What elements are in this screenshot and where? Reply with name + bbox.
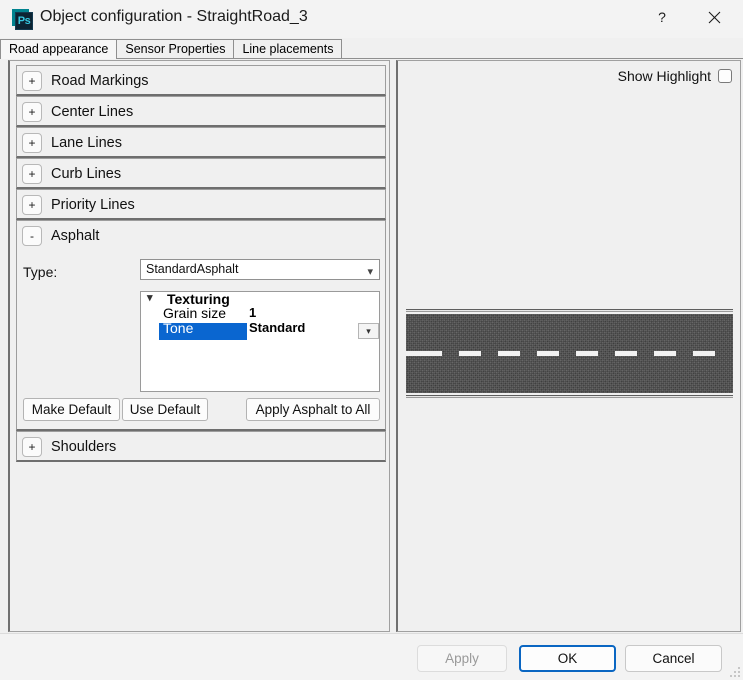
- section-road-markings[interactable]: + Road Markings: [16, 65, 386, 96]
- apply-button[interactable]: Apply: [417, 645, 507, 672]
- close-icon[interactable]: [691, 0, 737, 34]
- property-value-tone[interactable]: Standard: [249, 323, 305, 335]
- section-label-lane-lines: Lane Lines: [51, 135, 122, 151]
- expand-toggle-priority-lines[interactable]: +: [22, 195, 42, 215]
- section-priority-lines[interactable]: + Priority Lines: [16, 189, 386, 220]
- center-line-dash: [537, 351, 559, 356]
- chevron-down-icon: ▾: [147, 293, 153, 304]
- expand-toggle-center-lines[interactable]: +: [22, 102, 42, 122]
- show-highlight-label: Show Highlight: [617, 68, 711, 84]
- use-default-button[interactable]: Use Default: [122, 398, 208, 421]
- section-label-center-lines: Center Lines: [51, 104, 134, 120]
- road-edge-line-bottom: [406, 395, 733, 398]
- help-glyph: ?: [658, 9, 666, 25]
- asphalt-type-select[interactable]: StandardAsphalt ▾: [140, 259, 380, 280]
- tab-sensor-properties[interactable]: Sensor Properties: [116, 39, 235, 59]
- property-name-grain-size: Grain size: [163, 308, 227, 321]
- collapse-toggle-asphalt[interactable]: -: [22, 226, 42, 246]
- preview-panel: Show Highlight: [396, 60, 741, 632]
- property-value-grain-size[interactable]: 1: [249, 308, 256, 320]
- section-label-asphalt: Asphalt: [51, 228, 100, 244]
- asphalt-type-value: StandardAsphalt: [146, 262, 239, 276]
- photoshop-ps-icon: Ps: [12, 9, 33, 30]
- object-configuration-dialog: Ps Object configuration - StraightRoad_3…: [0, 0, 743, 680]
- property-category-label: Texturing: [167, 293, 230, 307]
- resize-grip[interactable]: [730, 667, 740, 677]
- center-line-dash: [459, 351, 481, 356]
- tab-bar: Road appearance Sensor Properties Line p…: [0, 39, 743, 59]
- road-edge-line-top: [406, 309, 733, 312]
- cancel-button[interactable]: Cancel: [625, 645, 722, 672]
- dialog-footer: Apply OK Cancel: [0, 633, 743, 680]
- show-highlight-checkbox[interactable]: [718, 69, 732, 83]
- center-line-dash: [693, 351, 715, 356]
- section-asphalt[interactable]: - Asphalt: [16, 220, 386, 251]
- expand-toggle-lane-lines[interactable]: +: [22, 133, 42, 153]
- section-center-lines[interactable]: + Center Lines: [16, 96, 386, 127]
- section-shoulders[interactable]: + Shoulders: [16, 431, 386, 462]
- help-icon[interactable]: ?: [639, 0, 685, 34]
- chevron-down-icon: ▾: [367, 266, 373, 278]
- dialog-content: + Road Markings + Center Lines + Lane Li…: [0, 58, 743, 633]
- make-default-button[interactable]: Make Default: [23, 398, 120, 421]
- section-label-curb-lines: Curb Lines: [51, 166, 122, 182]
- center-line-dash: [406, 351, 428, 356]
- table-row[interactable]: Tone Standard ▾: [141, 323, 379, 340]
- expand-toggle-curb-lines[interactable]: +: [22, 164, 42, 184]
- section-curb-lines[interactable]: + Curb Lines: [16, 158, 386, 189]
- asphalt-property-grid[interactable]: ▾ Texturing Grain size 1 Tone Standard ▾: [140, 291, 380, 392]
- ps-icon-letters: Ps: [15, 12, 33, 30]
- section-lane-lines[interactable]: + Lane Lines: [16, 127, 386, 158]
- section-label-shoulders: Shoulders: [51, 439, 117, 455]
- tab-line-placements[interactable]: Line placements: [233, 39, 343, 59]
- chevron-down-icon[interactable]: ▾: [358, 323, 379, 339]
- type-label: Type:: [23, 264, 58, 280]
- section-label-priority-lines: Priority Lines: [51, 197, 135, 213]
- road-preview: [406, 309, 733, 398]
- show-highlight-checkbox-row[interactable]: Show Highlight: [618, 68, 732, 84]
- center-line-dash: [576, 351, 598, 356]
- ok-button[interactable]: OK: [519, 645, 616, 672]
- tab-road-appearance[interactable]: Road appearance: [0, 39, 118, 59]
- asphalt-surface: [406, 314, 733, 393]
- center-line-dash: [654, 351, 676, 356]
- title-bar: Ps Object configuration - StraightRoad_3…: [0, 0, 743, 38]
- property-name-tone: Tone: [163, 323, 194, 336]
- section-label-road-markings: Road Markings: [51, 73, 149, 89]
- apply-asphalt-to-all-button[interactable]: Apply Asphalt to All: [246, 398, 380, 421]
- asphalt-section-body: Type: StandardAsphalt ▾ ▾ Texturing Grai…: [16, 251, 386, 431]
- center-line-dash: [615, 351, 637, 356]
- window-title: Object configuration - StraightRoad_3: [40, 8, 308, 25]
- road-appearance-panel: + Road Markings + Center Lines + Lane Li…: [8, 60, 390, 632]
- expand-toggle-shoulders[interactable]: +: [22, 437, 42, 457]
- expand-toggle-road-markings[interactable]: +: [22, 71, 42, 91]
- center-line-dash: [498, 351, 520, 356]
